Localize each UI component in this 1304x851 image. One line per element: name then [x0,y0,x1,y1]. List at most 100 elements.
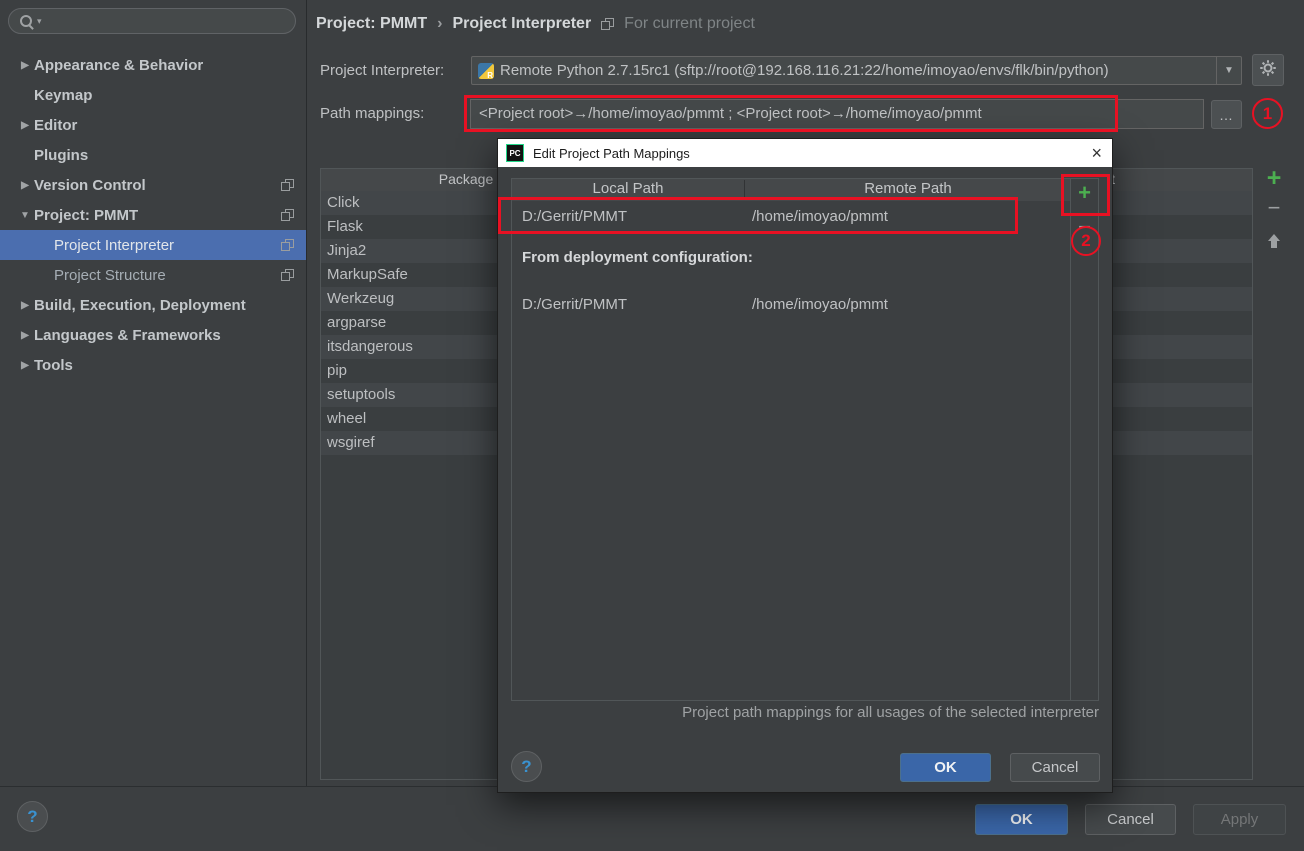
remove-package-icon[interactable]: − [1268,199,1281,217]
package-name: wheel [327,410,366,427]
settings-sidebar: ▾ ▶Appearance & BehaviorKeymap▶EditorPlu… [0,0,307,786]
pages-icon [281,209,294,222]
chevron-right-icon[interactable]: ▶ [16,60,34,71]
annotation-step-1: 1 [1252,98,1283,129]
path-mappings-field[interactable]: <Project root>→/home/imoyao/pmmt ; <Proj… [470,99,1204,129]
pages-icon [281,239,294,252]
sidebar-item-version-control[interactable]: ▶Version Control [0,170,306,200]
packages-toolbar: + − [1258,167,1290,254]
pages-icon [281,269,294,282]
dialog-ok-button[interactable]: OK [900,753,991,782]
package-name: Flask [327,218,363,235]
breadcrumb-page: Project Interpreter [452,15,591,33]
gear-icon [1259,59,1277,82]
question-icon: ? [27,807,37,827]
package-name: setuptools [327,386,395,403]
sidebar-item-editor[interactable]: ▶Editor [0,110,306,140]
sidebar-item-label: Keymap [34,87,92,104]
sidebar-item-label: Version Control [34,177,146,194]
sidebar-item-tools[interactable]: ▶Tools [0,350,306,380]
column-local-path[interactable]: Local Path [512,180,744,197]
upgrade-package-icon[interactable] [1267,233,1281,254]
local-path-value[interactable]: D:/Gerrit/PMMT [522,201,627,233]
package-name: argparse [327,314,386,331]
question-icon: ? [521,757,531,777]
search-icon [19,13,35,29]
interpreter-label: Project Interpreter: [320,62,444,79]
sidebar-item-label: Plugins [34,147,88,164]
local-path-value: D:/Gerrit/PMMT [522,289,627,321]
deployment-section-label: From deployment configuration: [522,249,753,266]
sidebar-item-label: Appearance & Behavior [34,57,203,74]
chevron-down-icon[interactable]: ▼ [1216,57,1241,84]
interpreter-select[interactable]: R Remote Python 2.7.15rc1 (sftp://root@1… [471,56,1242,85]
settings-search-input[interactable]: ▾ [8,8,296,34]
cancel-button[interactable]: Cancel [1085,804,1176,835]
scope-note: For current project [624,15,755,33]
sidebar-item-appearance-behavior[interactable]: ▶Appearance & Behavior [0,50,306,80]
sidebar-item-plugins[interactable]: Plugins [0,140,306,170]
chevron-right-icon[interactable]: ▶ [16,300,34,311]
ok-button[interactable]: OK [975,804,1068,835]
dialog-hint: Project path mappings for all usages of … [511,704,1099,721]
mapping-row[interactable]: D:/Gerrit/PMMT /home/imoyao/pmmt [512,201,1071,233]
dialog-title: Edit Project Path Mappings [533,146,690,161]
path-mappings-browse-button[interactable]: … [1211,100,1242,129]
mappings-table-header: Local Path Remote Path [512,179,1071,201]
pages-icon [601,18,614,31]
sidebar-item-label: Project Structure [54,267,166,284]
remove-mapping-icon[interactable]: − [1078,218,1091,236]
breadcrumb-separator-icon: › [437,15,442,33]
chevron-right-icon[interactable]: ▶ [16,360,34,371]
package-name: Jinja2 [327,242,366,259]
sidebar-item-label: Tools [34,357,73,374]
sidebar-item-label: Project Interpreter [54,237,174,254]
add-package-icon[interactable]: + [1267,167,1282,189]
deployment-mapping-row: D:/Gerrit/PMMT /home/imoyao/pmmt [512,289,1071,321]
pycharm-settings-window: ▾ ▶Appearance & BehaviorKeymap▶EditorPlu… [0,0,1304,851]
sidebar-item-project-interpreter[interactable]: Project Interpreter [0,230,306,260]
interpreter-value: Remote Python 2.7.15rc1 (sftp://root@192… [496,62,1216,79]
sidebar-item-label: Build, Execution, Deployment [34,297,246,314]
chevron-down-icon[interactable]: ▼ [16,210,34,221]
sidebar-item-keymap[interactable]: Keymap [0,80,306,110]
edit-path-mappings-dialog: PC Edit Project Path Mappings × Local Pa… [497,138,1113,793]
path-mappings-table: Local Path Remote Path D:/Gerrit/PMMT /h… [511,178,1099,701]
sidebar-item-label: Languages & Frameworks [34,327,221,344]
breadcrumb-project[interactable]: Project: PMMT [316,15,427,33]
dialog-help-button[interactable]: ? [511,751,542,782]
pages-icon [281,179,294,192]
apply-button: Apply [1193,804,1286,835]
chevron-right-icon[interactable]: ▶ [16,180,34,191]
package-name: Click [327,194,360,211]
mappings-toolbar: + − [1070,179,1098,700]
sidebar-item-languages-frameworks[interactable]: ▶Languages & Frameworks [0,320,306,350]
package-name: MarkupSafe [327,266,408,283]
help-button[interactable]: ? [17,801,48,832]
sidebar-item-project-structure[interactable]: Project Structure [0,260,306,290]
sidebar-item-project-pmmt[interactable]: ▼Project: PMMT [0,200,306,230]
close-icon[interactable]: × [1091,144,1102,162]
remote-path-value[interactable]: /home/imoyao/pmmt [752,201,888,233]
package-name: itsdangerous [327,338,413,355]
package-name: wsgiref [327,434,375,451]
chevron-right-icon[interactable]: ▶ [16,120,34,131]
sidebar-item-build-execution-deployment[interactable]: ▶Build, Execution, Deployment [0,290,306,320]
chevron-right-icon[interactable]: ▶ [16,330,34,341]
interpreter-settings-button[interactable] [1252,54,1284,86]
sidebar-item-label: Project: PMMT [34,207,138,224]
pycharm-app-icon: PC [506,144,524,162]
add-mapping-icon[interactable]: + [1078,182,1091,204]
remote-path-value: /home/imoyao/pmmt [752,289,888,321]
package-name: pip [327,362,347,379]
column-remote-path[interactable]: Remote Path [744,180,1071,197]
search-caret-icon[interactable]: ▾ [37,16,42,27]
dialog-titlebar[interactable]: PC Edit Project Path Mappings × [498,139,1112,167]
ellipsis-icon: … [1219,107,1234,123]
path-mappings-label: Path mappings: [320,105,424,122]
dialog-cancel-button[interactable]: Cancel [1010,753,1100,782]
breadcrumb: Project: PMMT › Project Interpreter For … [316,11,755,37]
sidebar-item-label: Editor [34,117,77,134]
remote-python-icon: R [478,63,494,79]
package-name: Werkzeug [327,290,394,307]
